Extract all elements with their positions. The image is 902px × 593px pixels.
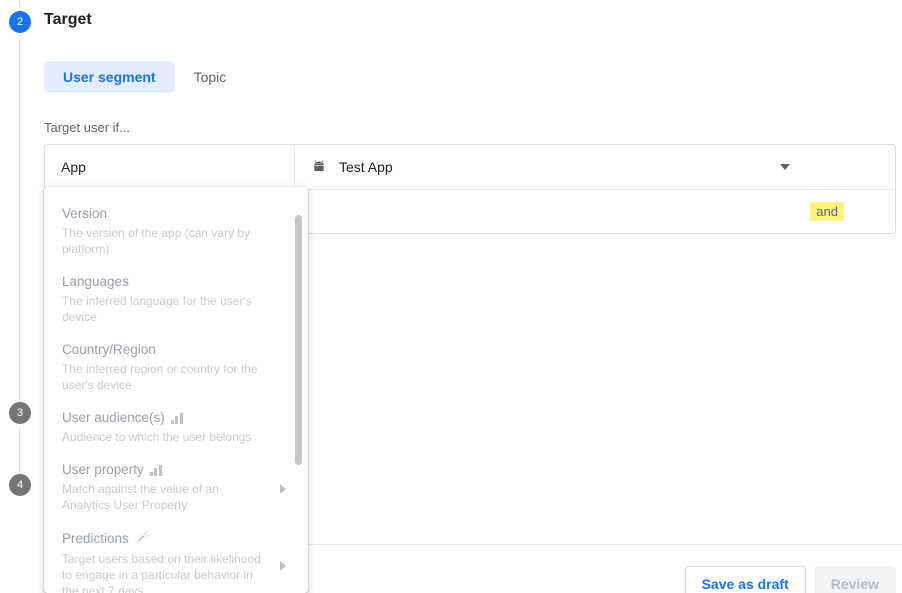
step-badge-2[interactable]: 2 [9,11,31,33]
page-title: Target [44,11,92,28]
menu-item-user-property[interactable]: User property Match against the value of… [44,455,308,523]
operator-chip-and[interactable]: and [810,202,844,221]
menu-item-version[interactable]: Version The version of the app (can vary… [44,199,308,267]
condition-row-1: App Test App [45,145,895,189]
menu-item-version-title: Version [62,206,108,221]
menu-item-user-audiences-title: User audience(s) [62,410,165,425]
review-button: Review [813,566,896,593]
chevron-right-icon[interactable] [280,561,286,571]
menu-item-version-title-row: Version [62,205,278,223]
tab-topic-label: Topic [193,69,227,85]
menu-item-predictions-title: Predictions [62,531,129,546]
footer-actions: Save as draft Review [684,566,896,593]
menu-item-country-region-title-row: Country/Region [62,341,278,359]
menu-item-user-audiences-title-row: User audience(s) [62,409,278,427]
menu-item-version-desc: The version of the app (can vary by plat… [62,226,251,256]
menu-item-languages[interactable]: Languages The inferred language for the … [44,267,308,335]
menu-item-predictions[interactable]: Predictions Target users based on their … [44,523,308,593]
dropdown-scrollbar-thumb[interactable] [295,215,302,465]
app-select-value: Test App [339,159,393,175]
dropdown-scrollbar-track[interactable] [295,187,305,593]
chevron-down-icon[interactable] [780,164,790,170]
menu-item-languages-title-row: Languages [62,273,278,291]
tab-user-segment-label: User segment [63,69,156,85]
menu-item-languages-title: Languages [62,274,129,289]
menu-item-country-region-title: Country/Region [62,342,156,357]
menu-item-user-property-desc: Match against the value of an Analytics … [62,482,219,512]
target-step-page: 2 3 4 Target User segment Topic Target u… [0,0,902,593]
stepper-rail-top [19,0,20,5]
menu-item-predictions-title-row: Predictions [62,529,278,549]
target-tabs: User segment Topic [44,61,245,93]
save-as-draft-button[interactable]: Save as draft [684,566,806,593]
stepper-rail-2 [19,37,20,402]
menu-item-user-audiences[interactable]: User audience(s) Audience to which the u… [44,403,308,455]
menu-item-languages-desc: The inferred language for the user's dev… [62,294,252,324]
android-icon [311,159,327,175]
step-badge-3-number: 3 [16,407,24,419]
dimension-select-value: App [61,159,86,175]
dimension-dropdown-scroll-area[interactable]: Version The version of the app (can vary… [44,187,308,593]
step-badge-4[interactable]: 4 [9,474,31,496]
condition-row-2-right: and [295,190,895,233]
chevron-right-icon[interactable] [280,484,286,494]
stepper-rail-3 [19,428,20,474]
menu-item-user-audiences-desc: Audience to which the user belongs [62,430,252,444]
dimension-dropdown-menu[interactable]: Version The version of the app (can vary… [44,187,308,593]
menu-item-country-region[interactable]: Country/Region The inferred region or co… [44,335,308,403]
tab-user-segment[interactable]: User segment [44,61,175,93]
step-badge-4-number: 4 [16,479,24,491]
target-user-if-label: Target user if... [44,120,130,135]
dimension-select[interactable]: App [45,145,295,189]
menu-item-user-property-title-row: User property [62,461,278,479]
app-select[interactable]: Test App [295,145,895,189]
bar-chart-icon [170,412,183,424]
tab-topic[interactable]: Topic [175,61,246,93]
step-badge-2-number: 2 [16,16,24,28]
magic-wand-icon [135,529,150,549]
menu-item-country-region-desc: The inferred region or country for the u… [62,362,258,392]
menu-item-user-property-title: User property [62,462,144,477]
bar-chart-icon [149,464,162,476]
step-badge-3[interactable]: 3 [9,402,31,424]
menu-item-predictions-desc: Target users based on their likelihood t… [62,552,261,593]
